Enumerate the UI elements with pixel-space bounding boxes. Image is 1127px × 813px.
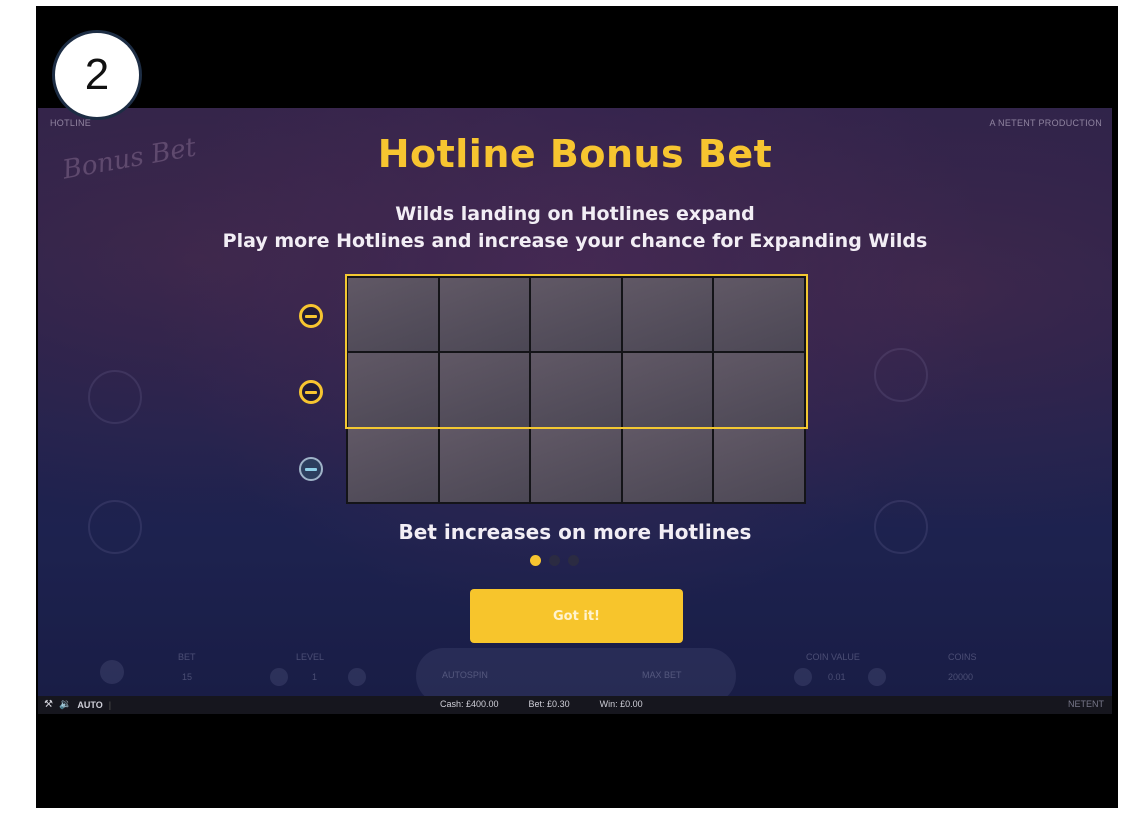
dialog-subtitle-2: Play more Hotlines and increase your cha… <box>222 230 928 252</box>
reel-cell <box>531 353 621 427</box>
dialog-subtitle-1: Wilds landing on Hotlines expand <box>395 203 755 225</box>
reel-cell <box>622 278 713 352</box>
hotline-toggle-1[interactable] <box>299 304 323 328</box>
page-dot-3[interactable] <box>568 555 579 566</box>
reel-cell <box>714 278 804 352</box>
divider: | <box>108 699 112 710</box>
production-label: A NETENT PRODUCTION <box>989 118 1102 128</box>
game-name-label: HOTLINE <box>50 118 92 128</box>
minus-icon <box>305 390 317 394</box>
reel-cell <box>714 428 804 502</box>
reel-cell <box>439 353 530 427</box>
reel-cell <box>348 278 438 352</box>
auto-play-button[interactable]: AUTO <box>77 700 102 710</box>
pagination-dots <box>530 555 579 566</box>
reel-cell <box>531 278 621 352</box>
reel-cell <box>622 353 713 427</box>
dialog-title: Hotline Bonus Bet <box>377 132 773 176</box>
status-bar: ⚒ 🔉 AUTO | Cash: £400.00 Bet: £0.30 Win:… <box>38 696 1112 714</box>
reel-cell <box>714 353 804 427</box>
bet-amount: Bet: £0.30 <box>528 699 570 709</box>
ghost-reel-icon <box>874 348 928 402</box>
got-it-button[interactable]: Got it! <box>470 589 683 643</box>
hotline-toggle-3[interactable] <box>299 457 323 481</box>
reel-cell <box>622 428 713 502</box>
game-viewport: HOTLINE A NETENT PRODUCTION Bonus Bet Ho… <box>38 108 1112 714</box>
reel-cell <box>531 428 621 502</box>
minus-icon <box>305 314 317 318</box>
screenshot-frame: 2 HOTLINE A NETENT PRODUCTION Bonus Bet … <box>36 6 1118 808</box>
hotline-toggle-2[interactable] <box>299 380 323 404</box>
ghost-reel-icon <box>88 370 142 424</box>
reel-grid <box>346 276 806 504</box>
reel-cell <box>439 278 530 352</box>
brand-label: NETENT <box>1068 699 1104 709</box>
reel-cell <box>348 428 438 502</box>
reel-cell <box>439 428 530 502</box>
settings-wrench-icon[interactable]: ⚒ <box>44 699 53 710</box>
cash-balance: Cash: £400.00 <box>440 699 499 709</box>
status-balance: Cash: £400.00 Bet: £0.30 Win: £0.00 <box>440 699 643 709</box>
reel-cell <box>348 353 438 427</box>
page-dot-2[interactable] <box>549 555 560 566</box>
bet-increase-caption: Bet increases on more Hotlines <box>398 520 752 544</box>
win-amount: Win: £0.00 <box>599 699 643 709</box>
sound-icon[interactable]: 🔉 <box>59 699 71 710</box>
step-number-badge: 2 <box>52 30 142 120</box>
page-dot-1[interactable] <box>530 555 541 566</box>
minus-icon <box>305 467 317 471</box>
status-left: ⚒ 🔉 AUTO | <box>44 699 111 710</box>
